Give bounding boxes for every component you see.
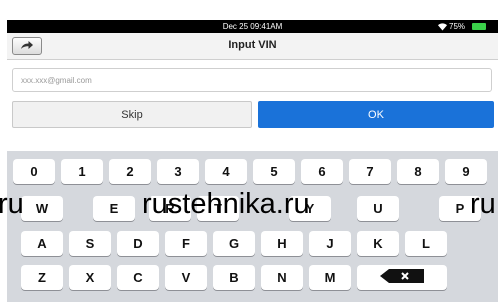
key-c[interactable]: C	[117, 265, 159, 290]
status-bar: Dec 25 09:41AM 75%	[7, 20, 498, 33]
key-g[interactable]: G	[213, 231, 255, 256]
key-x[interactable]: X	[69, 265, 111, 290]
key-z[interactable]: Z	[21, 265, 63, 290]
vin-input[interactable]	[12, 68, 492, 92]
key-2[interactable]: 2	[109, 159, 151, 184]
key-e[interactable]: E	[93, 196, 135, 221]
key-f[interactable]: F	[165, 231, 207, 256]
key-6[interactable]: 6	[301, 159, 343, 184]
page-title: Input VIN	[228, 39, 277, 51]
key-4[interactable]: 4	[205, 159, 247, 184]
key-7[interactable]: 7	[349, 159, 391, 184]
key-j[interactable]: J	[309, 231, 351, 256]
battery-icon	[472, 23, 486, 30]
key-a[interactable]: A	[21, 231, 63, 256]
ok-button[interactable]: OK	[258, 101, 494, 128]
key-3[interactable]: 3	[157, 159, 199, 184]
key-0[interactable]: 0	[13, 159, 55, 184]
key-v[interactable]: V	[165, 265, 207, 290]
skip-button[interactable]: Skip	[12, 101, 252, 128]
key-h[interactable]: H	[261, 231, 303, 256]
wifi-icon	[437, 22, 448, 33]
key-m[interactable]: M	[309, 265, 351, 290]
key-8[interactable]: 8	[397, 159, 439, 184]
onscreen-keyboard: 0 1 2 3 4 5 6 7 8 9 W E R T Y U P A S D …	[7, 151, 498, 302]
key-9[interactable]: 9	[445, 159, 487, 184]
backspace-key[interactable]	[357, 265, 447, 290]
status-time: Dec 25 09:41AM	[222, 22, 283, 31]
key-l[interactable]: L	[405, 231, 447, 256]
key-s[interactable]: S	[69, 231, 111, 256]
backspace-icon	[380, 269, 424, 286]
watermark-right: ru	[470, 188, 496, 220]
battery-percent: 75%	[449, 22, 466, 31]
key-5[interactable]: 5	[253, 159, 295, 184]
app-frame: Dec 25 09:41AM 75% Input VIN Skip OK 0 1…	[7, 20, 498, 302]
key-b[interactable]: B	[213, 265, 255, 290]
watermark-left: ru	[0, 188, 24, 220]
watermark-center: rustehnika.ru	[142, 188, 310, 220]
key-k[interactable]: K	[357, 231, 399, 256]
key-w[interactable]: W	[21, 196, 63, 221]
key-1[interactable]: 1	[61, 159, 103, 184]
nav-bar: Input VIN	[7, 33, 498, 60]
key-u[interactable]: U	[357, 196, 399, 221]
key-d[interactable]: D	[117, 231, 159, 256]
key-n[interactable]: N	[261, 265, 303, 290]
